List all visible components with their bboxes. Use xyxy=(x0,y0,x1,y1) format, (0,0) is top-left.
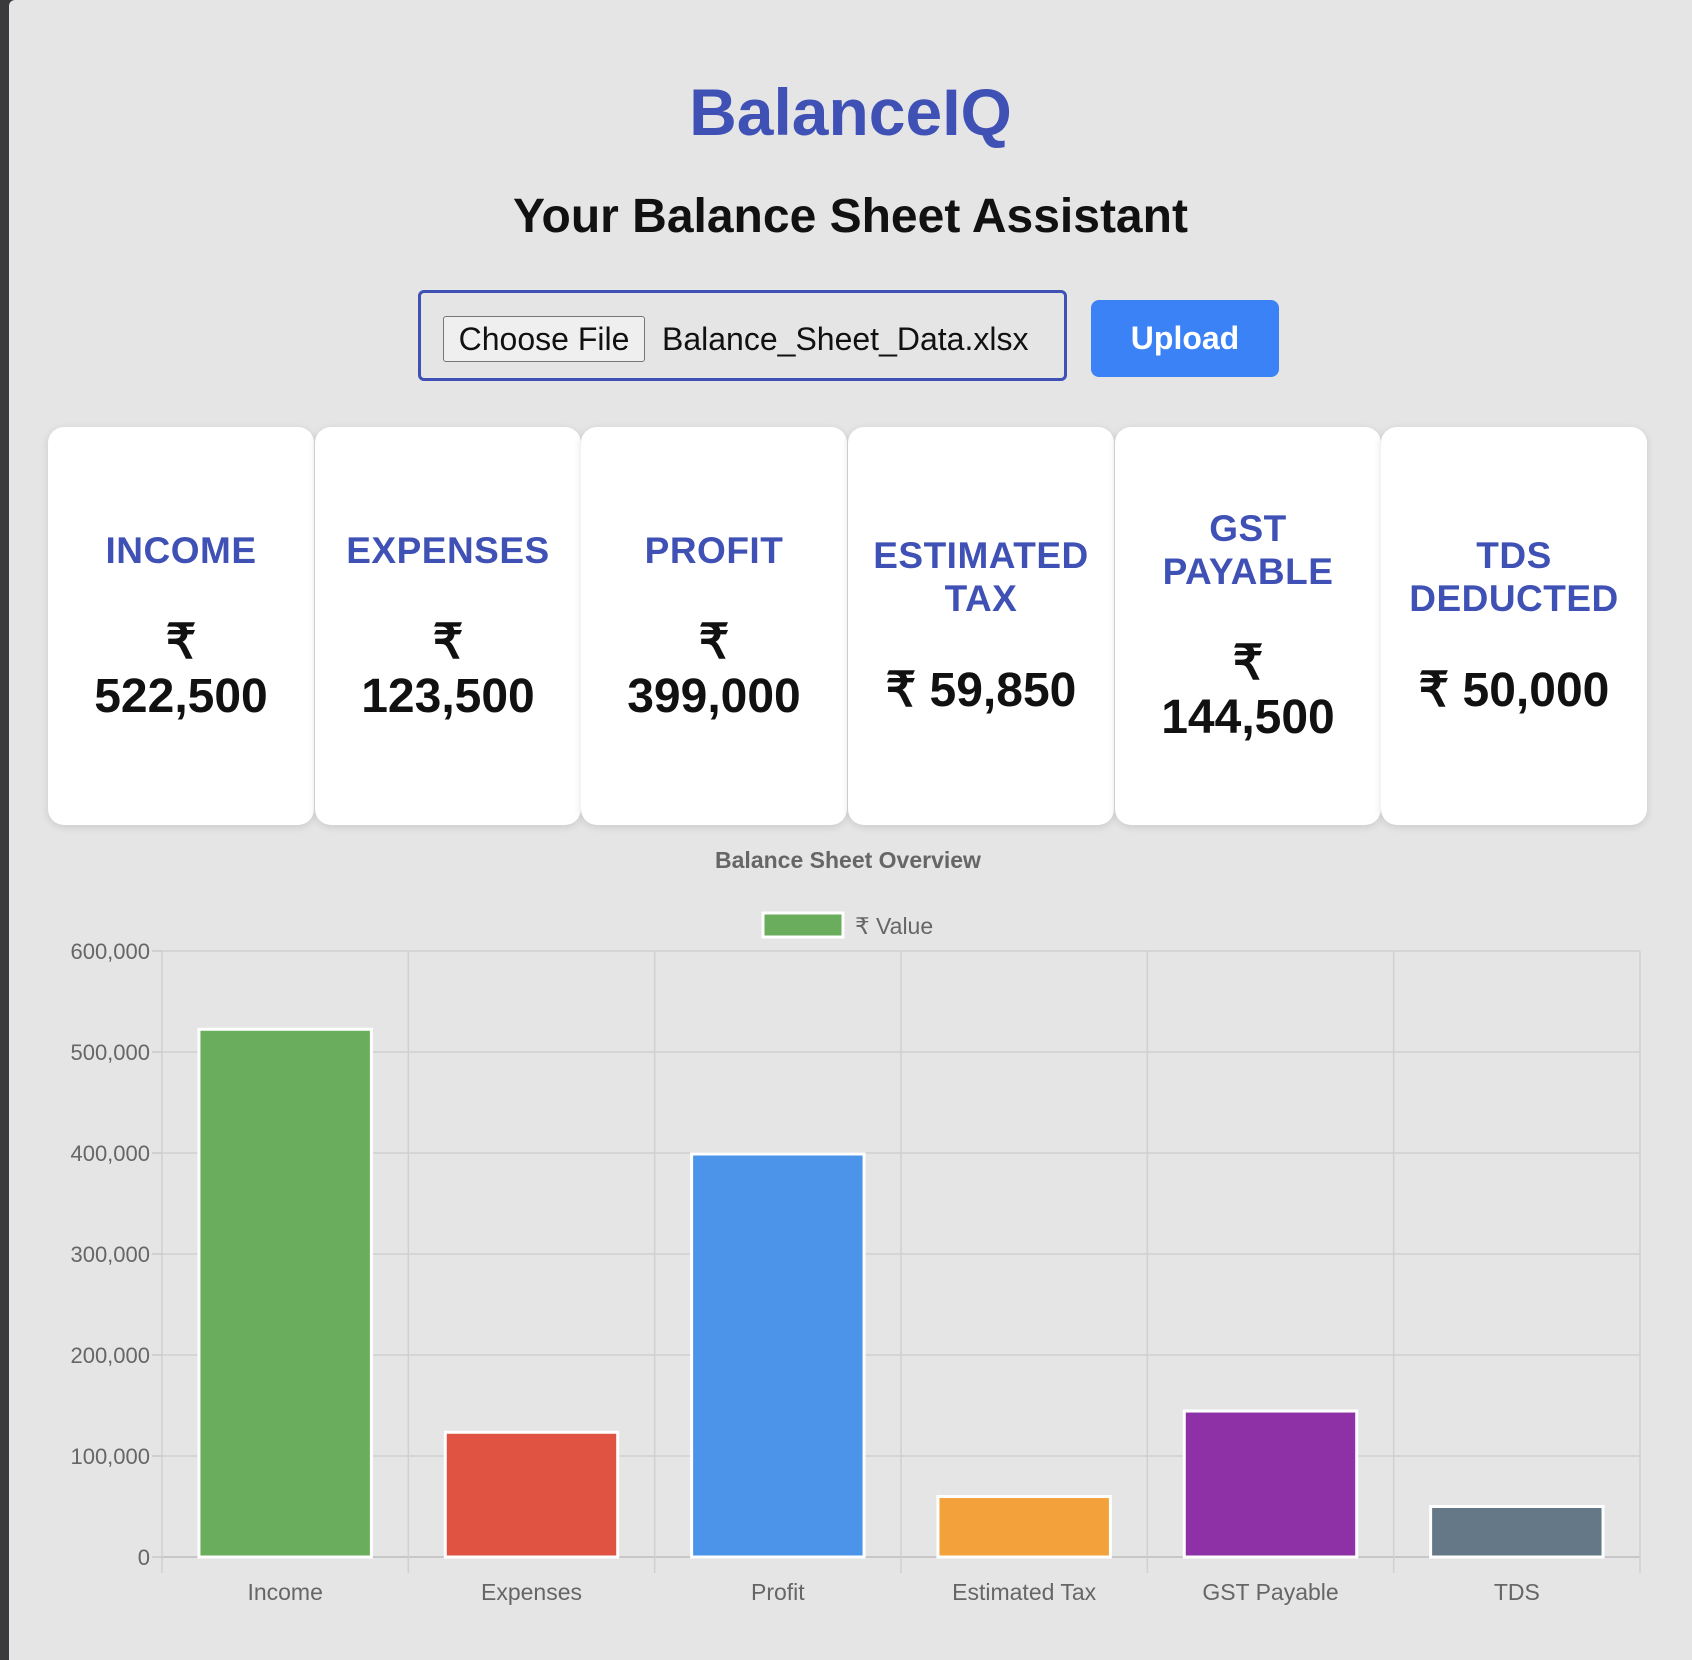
page-subtitle: Your Balance Sheet Assistant xyxy=(513,190,1188,243)
x-tick-label: Income xyxy=(247,1579,322,1605)
y-tick-label: 500,000 xyxy=(70,1040,150,1065)
bar-expenses[interactable] xyxy=(443,1430,620,1559)
card-label: GST PAYABLE xyxy=(1162,508,1334,592)
y-tick-label: 300,000 xyxy=(70,1242,150,1267)
x-axis: Income Expenses Profit Estimated Tax GST Pay… xyxy=(247,1579,1539,1605)
bar-income[interactable] xyxy=(197,1027,373,1559)
bar-profit[interactable] xyxy=(690,1152,866,1559)
estimated-tax-card: ESTIMATED TAX ₹ 59,850 xyxy=(848,427,1114,825)
file-input[interactable]: Choose File Balance_Sheet_Data.xlsx xyxy=(418,290,1067,381)
app-title: BalanceIQ xyxy=(689,75,1012,149)
x-tick-label: GST Payable xyxy=(1202,1579,1338,1605)
y-tick-label: 100,000 xyxy=(70,1444,150,1469)
card-value: ₹ 50,000 xyxy=(1418,664,1610,717)
bar-gst-payable[interactable] xyxy=(1182,1409,1359,1559)
legend-label: ₹ Value xyxy=(855,913,933,939)
bar-estimated-tax[interactable] xyxy=(936,1495,1112,1559)
card-label: INCOME xyxy=(105,529,257,571)
x-tick-label: Estimated Tax xyxy=(952,1579,1097,1605)
upload-button[interactable]: Upload xyxy=(1091,300,1279,377)
legend-swatch[interactable] xyxy=(761,911,845,939)
expenses-card: EXPENSES ₹ 123,500 xyxy=(315,427,581,825)
chart-grid xyxy=(161,950,1641,1573)
card-value: ₹ 522,500 xyxy=(94,615,268,723)
tds-deducted-card: TDS DEDUCTED ₹ 50,000 xyxy=(1381,427,1647,825)
y-tick-label: 400,000 xyxy=(70,1141,150,1166)
gst-payable-card: GST PAYABLE ₹ 144,500 xyxy=(1115,427,1381,825)
card-value: ₹ 399,000 xyxy=(627,615,801,723)
profit-card: PROFIT ₹ 399,000 xyxy=(581,427,847,825)
card-label: TDS DEDUCTED xyxy=(1409,535,1619,619)
app-page: BalanceIQ Your Balance Sheet Assistant C… xyxy=(9,0,1692,1660)
chart-title: Balance Sheet Overview xyxy=(715,847,981,873)
card-label: ESTIMATED TAX xyxy=(873,535,1089,619)
bar-tds[interactable] xyxy=(1429,1505,1605,1559)
card-value: ₹ 123,500 xyxy=(361,615,535,723)
x-tick-label: Expenses xyxy=(481,1579,582,1605)
x-tick-label: TDS xyxy=(1494,1579,1540,1605)
balance-sheet-chart: Balance Sheet Overview ₹ Value 0 100,000 2… xyxy=(70,847,1641,1605)
card-label: PROFIT xyxy=(644,529,784,571)
card-value: ₹ 144,500 xyxy=(1161,637,1335,744)
x-tick-label: Profit xyxy=(751,1579,805,1605)
card-value: ₹ 59,850 xyxy=(885,664,1077,717)
income-card: INCOME ₹ 522,500 xyxy=(48,427,314,825)
y-axis: 0 100,000 200,000 300,000 400,000 500,000 600,… xyxy=(70,939,162,1570)
y-tick-label: 0 xyxy=(138,1545,150,1570)
card-label: EXPENSES xyxy=(346,529,550,571)
choose-file-button[interactable]: Choose File xyxy=(443,316,645,362)
y-tick-label: 600,000 xyxy=(70,939,150,964)
selected-file-name: Balance_Sheet_Data.xlsx xyxy=(662,321,1029,357)
y-tick-label: 200,000 xyxy=(70,1343,150,1368)
